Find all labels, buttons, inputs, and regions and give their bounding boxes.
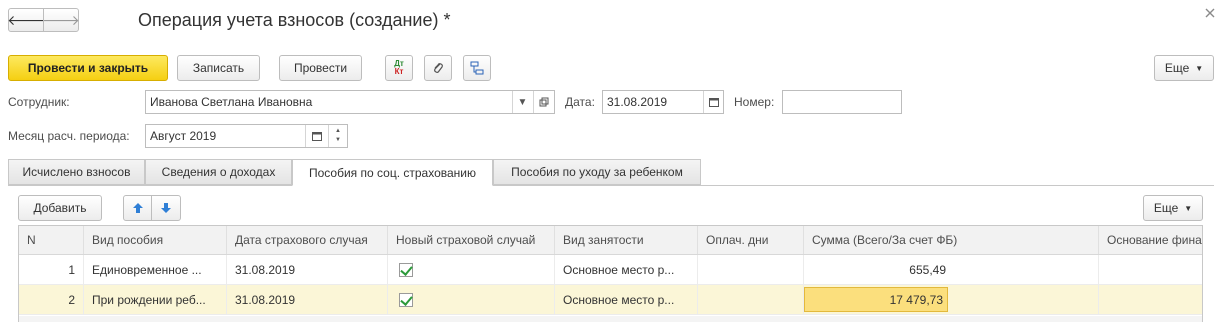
- sum-cell[interactable]: 655,49: [804, 255, 1099, 284]
- period-calendar-button[interactable]: [305, 125, 327, 147]
- paid-days-cell[interactable]: [698, 285, 804, 314]
- case-date-cell[interactable]: 31.08.2019: [227, 255, 388, 284]
- arrow-down-icon: [161, 203, 171, 213]
- tabs-baseline: [8, 185, 1214, 186]
- col-header-paid-days[interactable]: Оплач. дни: [698, 226, 804, 254]
- sum-cell[interactable]: 17 479,73: [804, 285, 1099, 314]
- number-field[interactable]: [782, 90, 902, 114]
- col-header-n[interactable]: N: [19, 226, 84, 254]
- col-header-new-case[interactable]: Новый страховой случай: [388, 226, 555, 254]
- col-header-benefit-kind[interactable]: Вид пособия: [84, 226, 227, 254]
- back-button[interactable]: 🡐: [7, 8, 45, 32]
- more-button[interactable]: Еще ▼: [1154, 55, 1214, 81]
- tab-childcare-benefits[interactable]: Пособия по уходу за ребенком: [493, 159, 701, 185]
- row-number: 1: [19, 255, 84, 284]
- sum-value: 655,49: [909, 262, 946, 277]
- arrow-up-icon: [132, 203, 143, 213]
- paid-days-cell[interactable]: [698, 255, 804, 284]
- case-date-cell[interactable]: 31.08.2019: [227, 285, 388, 314]
- hierarchy-icon: [470, 61, 484, 75]
- calendar-icon: [311, 132, 322, 141]
- tab-accrued-contributions[interactable]: Исчислено взносов: [8, 159, 145, 185]
- window-title: Операция учета взносов (создание) *: [138, 10, 451, 30]
- period-spinner[interactable]: ▲ ▼: [328, 125, 347, 147]
- employee-label: Сотрудник:: [8, 95, 70, 109]
- move-down-button[interactable]: [151, 195, 181, 221]
- benefit-kind-cell[interactable]: Единовременное ...: [84, 255, 227, 284]
- basis-cell[interactable]: [1099, 255, 1202, 284]
- period-label: Месяц расч. периода:: [8, 129, 130, 143]
- close-icon[interactable]: [1203, 6, 1217, 20]
- dropdown-arrow-icon: ▼: [1184, 203, 1193, 213]
- sum-value-active[interactable]: 17 479,73: [804, 287, 948, 312]
- spin-up-icon[interactable]: ▲: [335, 127, 341, 136]
- employee-value: Иванова Светлана Ивановна: [150, 95, 313, 109]
- arrow-right-icon: 🡒: [42, 11, 80, 28]
- forward-button[interactable]: 🡒: [42, 8, 80, 32]
- attach-button[interactable]: [424, 55, 452, 81]
- paperclip-icon: [434, 63, 443, 73]
- benefit-kind-cell[interactable]: При рождении реб...: [84, 285, 227, 314]
- spin-down-icon[interactable]: ▼: [335, 136, 341, 145]
- dropdown-arrow-icon: ▼: [1195, 63, 1204, 73]
- employee-open-button[interactable]: [533, 91, 554, 113]
- dt-kt-button[interactable]: Дт Кт: [385, 55, 413, 81]
- calendar-icon: [708, 98, 719, 107]
- col-header-employment[interactable]: Вид занятости: [555, 226, 698, 254]
- save-button[interactable]: Записать: [177, 55, 260, 81]
- move-up-button[interactable]: [123, 195, 152, 221]
- date-value: 31.08.2019: [607, 95, 668, 109]
- date-calendar-button[interactable]: [703, 91, 723, 113]
- dropdown-arrow-icon: ▼: [517, 96, 528, 108]
- new-case-cell[interactable]: [388, 255, 555, 284]
- new-case-checkbox[interactable]: [399, 262, 413, 277]
- period-value: Август 2019: [150, 129, 217, 143]
- open-window-icon: [539, 97, 549, 107]
- horizontal-scrollbar[interactable]: [19, 316, 1202, 322]
- tab-income-info[interactable]: Сведения о доходах: [145, 159, 292, 185]
- structure-button[interactable]: [463, 55, 491, 81]
- row-number: 2: [19, 285, 84, 314]
- add-button[interactable]: Добавить: [18, 195, 102, 221]
- date-label: Дата:: [565, 95, 595, 109]
- new-case-cell[interactable]: [388, 285, 555, 314]
- arrow-left-icon: 🡐: [7, 11, 45, 28]
- dt-kt-icon: Дт Кт: [394, 59, 404, 76]
- col-header-case-date[interactable]: Дата страхового случая: [227, 226, 388, 254]
- employee-field[interactable]: Иванова Светлана Ивановна: [145, 90, 555, 114]
- col-header-sum[interactable]: Сумма (Всего/За счет ФБ): [804, 226, 1099, 254]
- post-button[interactable]: Провести: [279, 55, 362, 81]
- employee-dropdown-button[interactable]: ▼: [512, 91, 532, 113]
- number-label: Номер:: [734, 95, 775, 109]
- basis-cell[interactable]: [1099, 285, 1202, 314]
- employment-cell[interactable]: Основное место р...: [555, 255, 698, 284]
- tab-social-insurance-benefits[interactable]: Пособия по соц. страхованию: [292, 159, 493, 186]
- employment-cell[interactable]: Основное место р...: [555, 285, 698, 314]
- new-case-checkbox[interactable]: [399, 292, 413, 307]
- table-more-button[interactable]: Еще ▼: [1143, 195, 1203, 221]
- post-and-close-button[interactable]: Провести и закрыть: [8, 55, 168, 81]
- col-header-basis[interactable]: Основание фина: [1099, 226, 1202, 254]
